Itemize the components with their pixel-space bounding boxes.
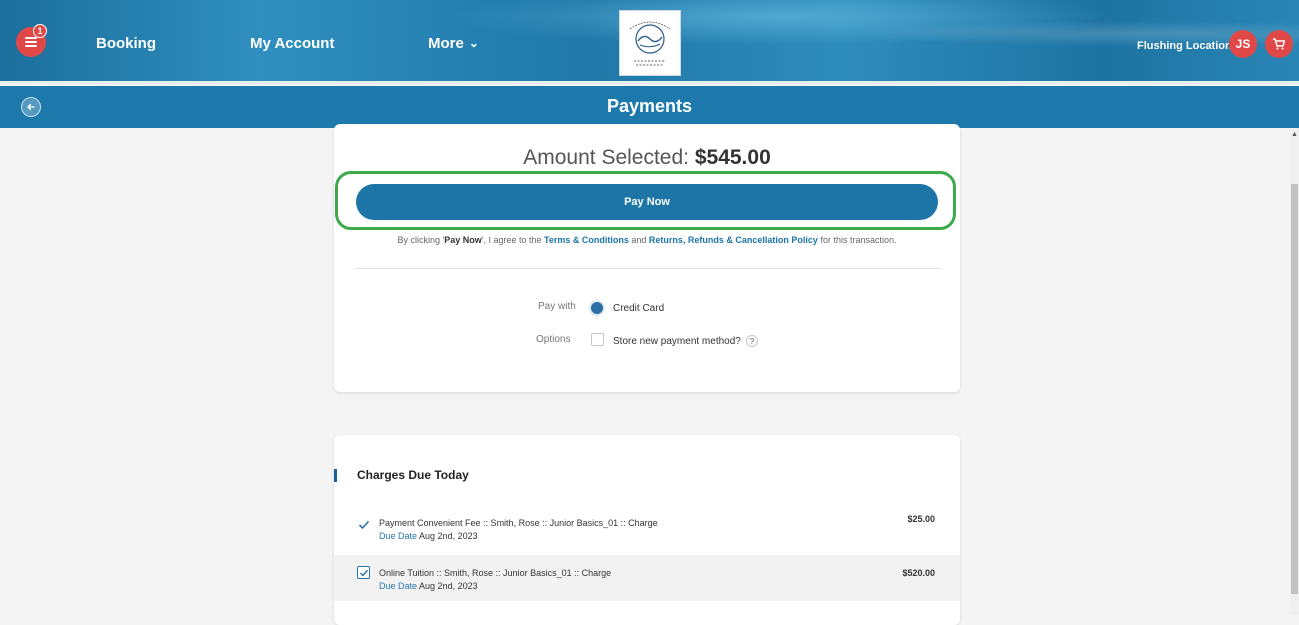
chevron-down-icon: ⌄ <box>468 36 479 50</box>
nav-more-label: More <box>428 35 464 52</box>
refund-policy-link[interactable]: Returns, Refunds & Cancellation Policy <box>649 235 818 245</box>
terms-mid: ', I agree to the <box>481 235 545 245</box>
charge-description: Payment Convenient Fee :: Smith, Rose ::… <box>379 518 658 528</box>
charge-due-date: Due Date Aug 2nd, 2023 <box>379 531 478 541</box>
page-title-bar: Payments <box>0 86 1299 128</box>
dolphin-swimming-logo[interactable] <box>619 10 681 76</box>
store-payment-checkbox[interactable] <box>591 333 604 346</box>
terms-conditions-link[interactable]: Terms & Conditions <box>544 235 629 245</box>
scroll-up-icon[interactable]: ▲ <box>1291 131 1298 139</box>
terms-and: and <box>628 235 649 245</box>
menu-icon <box>25 37 37 47</box>
location-selector[interactable]: Flushing Location <box>1137 40 1232 52</box>
charge-row[interactable]: Online Tuition :: Smith, Rose :: Junior … <box>334 555 960 601</box>
section-accent <box>334 469 337 482</box>
options-label: Options <box>536 334 571 345</box>
nav-booking[interactable]: Booking <box>96 35 156 52</box>
amount-selected: Amount Selected: $545.00 <box>334 146 960 170</box>
scrollbar-thumb[interactable] <box>1291 184 1298 594</box>
charge-due-date: Due Date Aug 2nd, 2023 <box>379 581 478 591</box>
notification-badge: 1 <box>33 24 47 38</box>
checkmark-icon <box>358 520 369 529</box>
terms-prefix: By clicking ' <box>397 235 445 245</box>
charges-title: Charges Due Today <box>357 468 469 482</box>
help-icon[interactable]: ? <box>746 335 758 347</box>
charge-amount: $520.00 <box>902 568 935 578</box>
amount-value: $545.00 <box>694 146 771 169</box>
charge-description: Online Tuition :: Smith, Rose :: Junior … <box>379 568 612 578</box>
credit-card-radio[interactable] <box>591 302 603 314</box>
store-payment-label[interactable]: Store new payment method? <box>613 336 741 347</box>
top-navigation: 1 Booking My Account More ⌄ Flushing Loca… <box>0 0 1299 84</box>
due-date-label: Due Date <box>379 581 418 591</box>
charge-checkbox[interactable] <box>357 518 370 531</box>
pay-with-label: Pay with <box>538 301 576 312</box>
page-title: Payments <box>606 96 693 116</box>
charge-amount: $25.00 <box>907 514 935 524</box>
terms-pay-now: Pay Now <box>444 235 482 245</box>
user-avatar[interactable]: JS <box>1229 30 1257 58</box>
pay-now-button[interactable]: Pay Now <box>356 184 938 220</box>
cart-button[interactable] <box>1265 30 1293 58</box>
credit-card-label[interactable]: Credit Card <box>613 303 664 314</box>
payment-card: Amount Selected: $545.00 Pay Now By clic… <box>334 124 960 392</box>
charge-checkbox[interactable] <box>357 566 370 579</box>
due-date-value: Aug 2nd, 2023 <box>419 531 478 541</box>
cart-icon <box>1273 38 1286 50</box>
divider <box>356 268 940 269</box>
checkmark-icon <box>359 569 368 576</box>
due-date-label: Due Date <box>379 531 418 541</box>
terms-notice: By clicking 'Pay Now', I agree to the Te… <box>334 235 960 245</box>
charges-card: Charges Due Today Payment Convenient Fee… <box>334 435 960 625</box>
due-date-value: Aug 2nd, 2023 <box>419 581 478 591</box>
terms-suffix: for this transaction. <box>817 235 897 245</box>
charge-row[interactable]: Payment Convenient Fee :: Smith, Rose ::… <box>334 514 960 554</box>
nav-my-account[interactable]: My Account <box>250 35 334 52</box>
nav-more[interactable]: More ⌄ <box>428 35 479 52</box>
amount-label: Amount Selected: <box>523 146 689 169</box>
